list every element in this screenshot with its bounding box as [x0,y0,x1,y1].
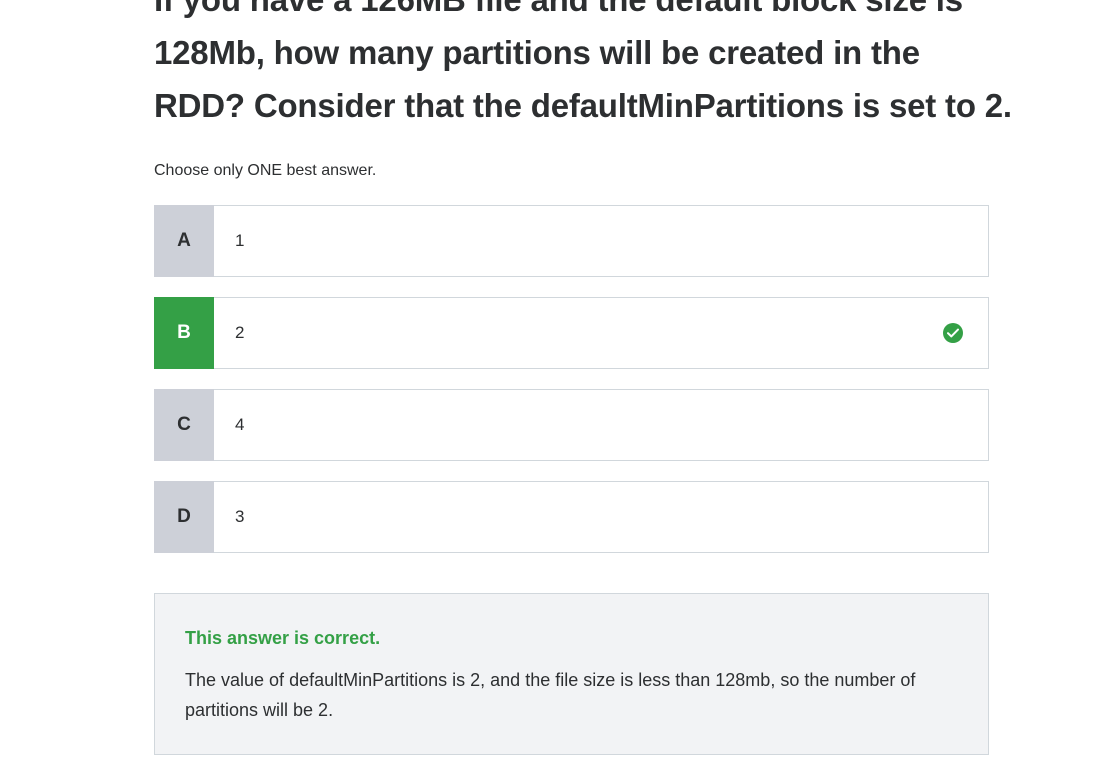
quiz-page: If you have a 126MB file and the default… [0,0,1103,775]
option-letter: D [154,481,214,553]
option-value: 3 [235,507,245,526]
question-text: If you have a 126MB file and the default… [154,0,1012,124]
option-d[interactable]: D 3 [154,481,989,553]
option-a[interactable]: A 1 [154,205,989,277]
feedback-status: This answer is correct. [185,628,381,648]
option-letter: C [154,389,214,461]
answer-feedback: This answer is correct. The value of def… [154,593,989,755]
feedback-explanation: The value of defaultMinPartitions is 2, … [185,670,916,720]
option-letter: B [154,297,214,369]
option-c[interactable]: C 4 [154,389,989,461]
option-value: 2 [235,323,245,342]
instruction-text: Choose only ONE best answer. [154,162,377,179]
option-value: 1 [235,231,245,250]
option-value: 4 [235,415,245,434]
option-b[interactable]: B 2 [154,297,989,369]
check-circle-icon [943,323,963,343]
option-letter: A [154,205,214,277]
